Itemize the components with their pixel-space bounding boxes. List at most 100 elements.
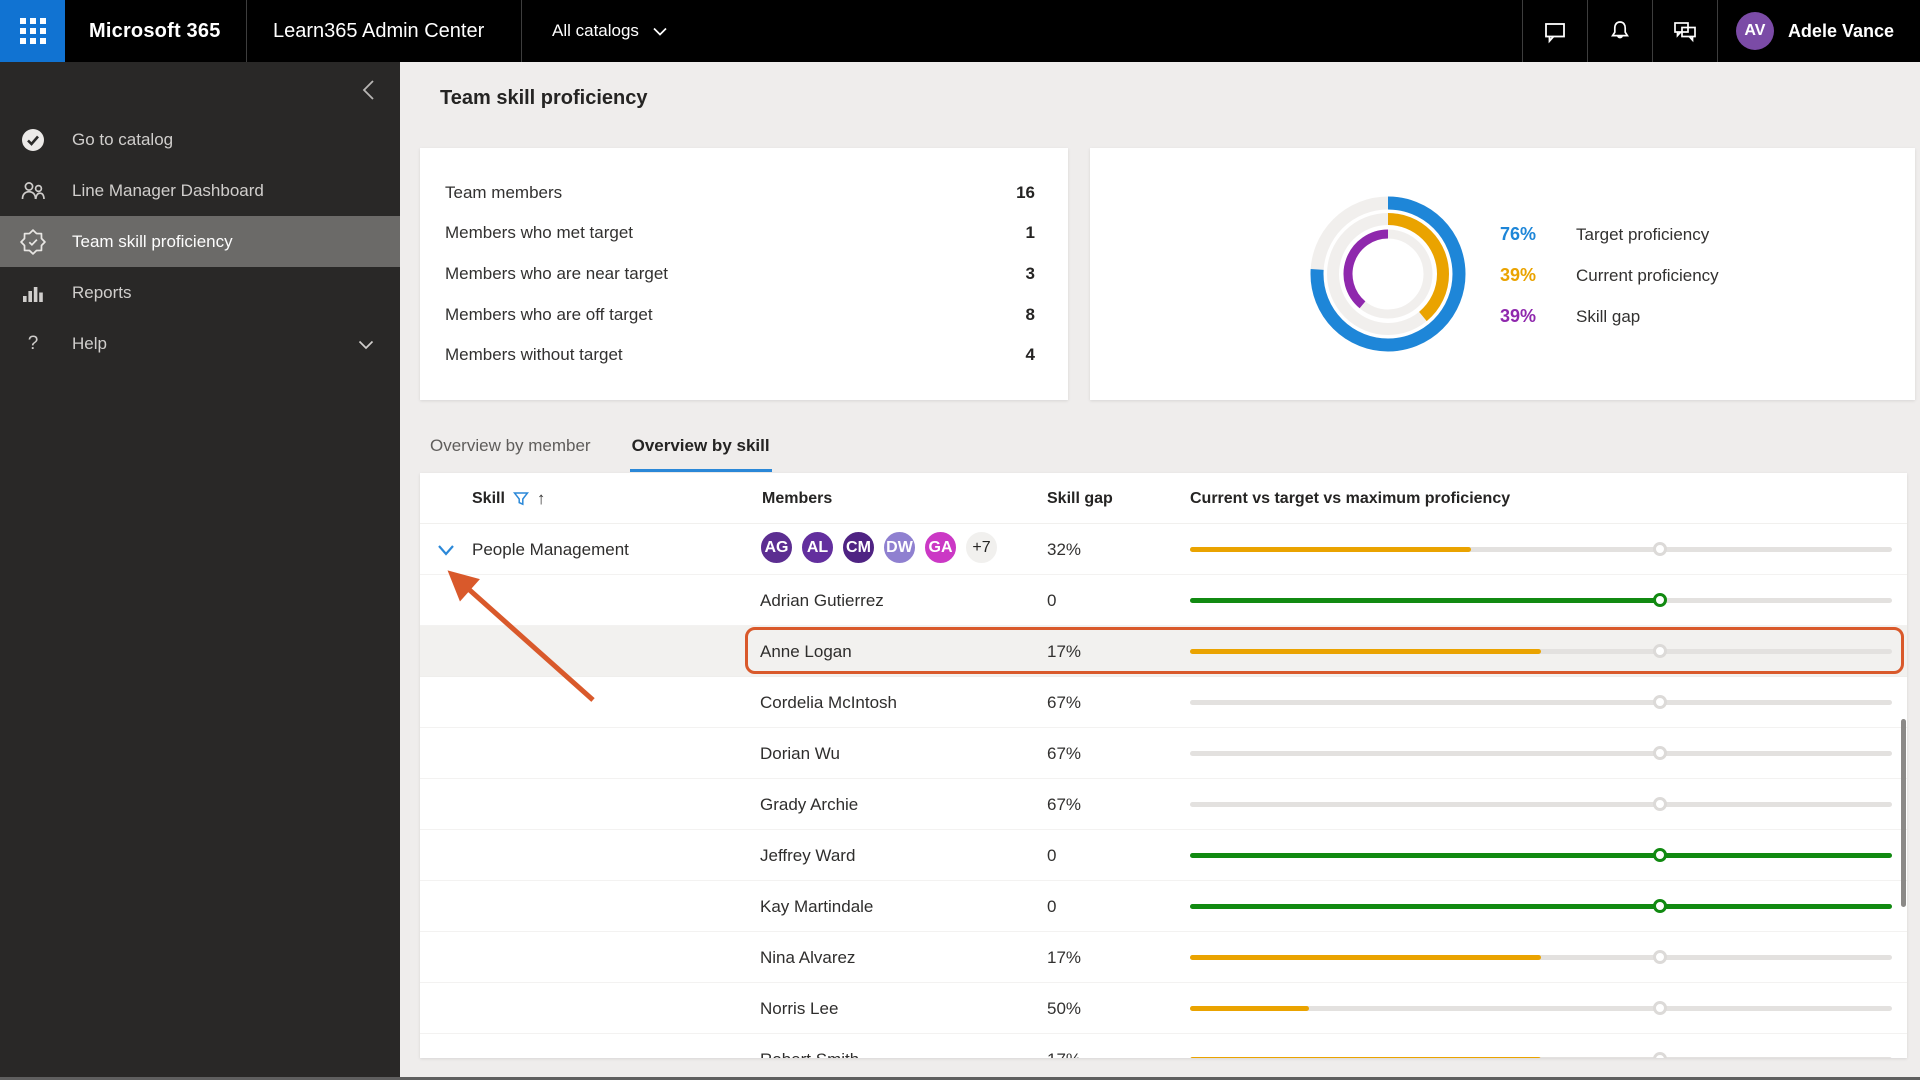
legend-label: Skill gap (1576, 306, 1641, 326)
table-row-robert-smith[interactable]: Robert Smith 17% (420, 1034, 1907, 1058)
sort-ascending-icon[interactable]: ↑ (537, 489, 546, 509)
member-name: Dorian Wu (760, 743, 840, 763)
table-header-row: Skill ↑ Members Skill gap Current vs tar… (420, 473, 1907, 524)
member-skill-gap: 0 (1047, 896, 1057, 916)
member-skill-gap: 17% (1047, 947, 1082, 967)
table-row-cordelia-mcintosh[interactable]: Cordelia McIntosh 67% (420, 677, 1907, 728)
target-marker (1653, 695, 1668, 709)
column-header-skill-gap[interactable]: Skill gap (1047, 473, 1113, 524)
avatar-cm[interactable]: CM (840, 529, 877, 566)
member-skill-gap: 50% (1047, 998, 1082, 1018)
skill-gap-value: 32% (1047, 539, 1082, 559)
table-row-grady-archie[interactable]: Grady Archie 67% (420, 779, 1907, 830)
bar-track (1190, 751, 1892, 756)
proficiency-bar (1190, 575, 1892, 626)
summary-stat-row: Team members 16 (445, 183, 1035, 203)
column-header-members[interactable]: Members (762, 473, 832, 524)
people-icon (18, 178, 48, 204)
sidebar-collapse-button[interactable] (354, 76, 382, 104)
avatar-dw[interactable]: DW (881, 529, 918, 566)
sidebar-item-team-skill-proficiency[interactable]: Team skill proficiency (0, 216, 400, 267)
proficiency-donut-card: 76% Target proficiency 39% Current profi… (1090, 148, 1915, 400)
chat-button[interactable] (1523, 0, 1587, 62)
member-name: Adrian Gutierrez (760, 590, 884, 610)
chevron-down-icon (438, 545, 454, 556)
table-row-anne-logan[interactable]: Anne Logan 17% (420, 626, 1907, 677)
sidebar-item-label: Team skill proficiency (72, 231, 233, 251)
overview-tabs: Overview by member Overview by skill (428, 428, 772, 472)
sidebar-item-label: Reports (72, 282, 132, 302)
proficiency-bar (1190, 728, 1892, 779)
feedback-button[interactable] (1653, 0, 1717, 62)
notifications-button[interactable] (1588, 0, 1652, 62)
sidebar-item-label: Go to catalog (72, 129, 174, 149)
proficiency-bar (1190, 677, 1892, 728)
stat-value: 8 (1025, 304, 1035, 324)
sidebar-item-label: Help (72, 333, 107, 353)
bar-current-fill (1190, 1057, 1541, 1058)
legend-value: 39% (1500, 306, 1537, 326)
avatar-overflow-badge[interactable]: +7 (963, 529, 1000, 566)
legend-label: Target proficiency (1576, 224, 1710, 244)
avatar-ag[interactable]: AG (758, 529, 795, 566)
bar-track (1190, 700, 1892, 705)
tab-overview-by-skill[interactable]: Overview by skill (629, 428, 772, 472)
filter-icon[interactable] (512, 491, 529, 507)
column-header-proficiency[interactable]: Current vs target vs maximum proficiency (1190, 473, 1510, 524)
sidebar-item-go-to-catalog[interactable]: Go to catalog (0, 114, 400, 165)
stat-label: Members who are off target (445, 304, 653, 324)
member-name: Cordelia McIntosh (760, 692, 898, 712)
proficiency-bar (1190, 626, 1892, 677)
member-skill-gap: 17% (1047, 1034, 1081, 1059)
table-row-norris-lee[interactable]: Norris Lee 50% (420, 983, 1907, 1034)
table-row-dorian-wu[interactable]: Dorian Wu 67% (420, 728, 1907, 779)
proficiency-bar (1190, 830, 1892, 881)
sidebar-item-help[interactable]: ? Help (0, 318, 400, 369)
target-marker (1653, 848, 1668, 862)
avatar-al[interactable]: AL (799, 529, 836, 566)
proficiency-bar (1190, 932, 1892, 983)
team-summary-card: Team members 16 Members who met target 1… (420, 148, 1068, 400)
member-name: Robert Smith (760, 1034, 859, 1059)
member-name: Norris Lee (760, 998, 839, 1018)
catalog-selector[interactable]: All catalogs (522, 0, 697, 62)
tab-overview-by-member[interactable]: Overview by member (428, 428, 593, 472)
catalog-check-icon (18, 127, 48, 153)
table-row-nina-alvarez[interactable]: Nina Alvarez 17% (420, 932, 1907, 983)
table-row-kay-martindale[interactable]: Kay Martindale 0 (420, 881, 1907, 932)
sidebar-item-reports[interactable]: Reports (0, 267, 400, 318)
target-marker (1653, 593, 1668, 607)
member-name: Anne Logan (760, 641, 852, 661)
legend-row: 39% Current proficiency (1500, 255, 1719, 296)
badge-check-icon (18, 228, 48, 255)
bar-current-fill (1190, 649, 1541, 654)
member-skill-gap: 67% (1047, 692, 1082, 712)
app-launcher-button[interactable] (0, 0, 65, 62)
table-row-adrian-gutierrez[interactable]: Adrian Gutierrez 0 (420, 575, 1907, 626)
user-avatar: AV (1735, 12, 1774, 50)
member-skill-gap: 17% (1047, 641, 1082, 661)
legend-row: 39% Skill gap (1500, 296, 1719, 337)
column-header-skill[interactable]: Skill ↑ (472, 473, 545, 524)
skill-group-row[interactable]: People Management AG AL CM DW GA +7 32% (420, 524, 1907, 575)
app-title[interactable]: Learn365 Admin Center (247, 0, 521, 62)
expand-chevron-people-management[interactable] (435, 539, 457, 561)
target-marker (1653, 746, 1668, 760)
stat-label: Team members (445, 182, 563, 202)
table-row-jeffrey-ward[interactable]: Jeffrey Ward 0 (420, 830, 1907, 881)
skill-name: People Management (472, 539, 629, 559)
bar-current-fill (1190, 1006, 1310, 1011)
summary-stat-row: Members who are off target 8 (445, 305, 1035, 325)
avatar-ga[interactable]: GA (922, 529, 959, 566)
account-menu[interactable]: AV Adele Vance (1718, 0, 1920, 62)
brand-microsoft-365[interactable]: Microsoft 365 (65, 0, 246, 62)
member-skill-gap: 0 (1047, 845, 1057, 865)
skill-gap-arc (1343, 229, 1389, 309)
donut-legend: 76% Target proficiency 39% Current profi… (1500, 214, 1719, 337)
stat-value: 1 (1025, 223, 1035, 243)
vertical-scrollbar[interactable] (1901, 719, 1906, 907)
sidebar-item-line-manager-dashboard[interactable]: Line Manager Dashboard (0, 165, 400, 216)
member-skill-gap: 0 (1047, 590, 1057, 610)
topbar-right-group: AV Adele Vance (1521, 0, 1920, 62)
legend-label: Current proficiency (1576, 265, 1719, 285)
